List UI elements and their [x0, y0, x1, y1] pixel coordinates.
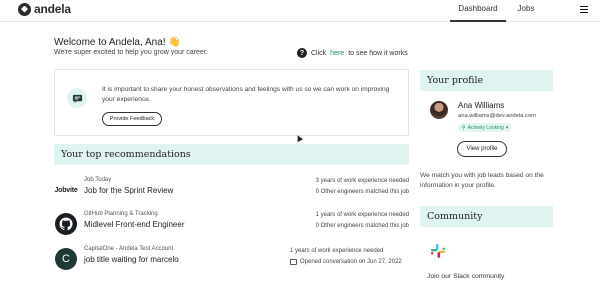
job-title[interactable]: Job for the Sprint Review — [84, 186, 173, 195]
company-name: CapitalOne - Andela Test Account — [84, 246, 174, 252]
conversation-status: Opened conversation on Jun 27, 2022 — [290, 259, 402, 265]
profile-name: Ana Williams — [458, 101, 505, 110]
slack-community-link[interactable]: Join our Slack community — [427, 273, 504, 280]
recommendation-item[interactable]: C CapitalOne - Andela Test Account job t… — [54, 243, 409, 273]
chevron-down-icon: ▾ — [505, 124, 509, 131]
experience-needed: 3 years of work experience needed — [315, 178, 409, 184]
github-icon — [55, 213, 77, 235]
recommendations-header: Your top recommendations — [54, 144, 409, 165]
job-title[interactable]: Midlevel Front-end Engineer — [84, 220, 185, 229]
avatar[interactable] — [430, 101, 448, 119]
chat-bubble-icon — [67, 88, 87, 108]
tab-jobs[interactable]: Jobs — [512, 4, 540, 22]
help-suffix: to see how it works — [348, 49, 408, 57]
feedback-text: It is important to share your honest obs… — [102, 86, 390, 103]
andela-logo-icon — [18, 2, 31, 16]
engineers-matched: 0 Other engineers matched this job — [315, 189, 409, 195]
jobvite-logo-text: Jobvite — [54, 186, 78, 194]
company-name: GitHub Planning & Tracking — [84, 211, 158, 217]
experience-needed: 1 years of work experience needed — [290, 248, 384, 254]
provide-feedback-button[interactable]: Provide Feedback — [102, 112, 162, 126]
status-badge[interactable]: ⚲ Actively Looking ▾ — [458, 123, 513, 132]
top-nav: andela Dashboard Jobs — [0, 0, 600, 22]
experience-needed: 1 years of work experience needed — [315, 212, 409, 218]
slack-icon[interactable] — [430, 243, 446, 259]
community-header: Community — [420, 206, 553, 227]
job-title[interactable]: job title waiting for marcelo — [84, 255, 179, 264]
how-it-works: ? Click here to see how it works — [297, 48, 408, 58]
company-initial-avatar: C — [55, 248, 77, 270]
welcome-title: Welcome to Andela, Ana! 👋 — [54, 37, 181, 48]
help-link[interactable]: here — [330, 50, 344, 57]
search-icon: ⚲ — [462, 124, 466, 131]
company-name: Job Today — [84, 177, 112, 183]
andela-logo[interactable]: andela — [18, 2, 71, 16]
recommendation-item[interactable]: Jobvite Job Today Job for the Sprint Rev… — [54, 174, 409, 204]
hamburger-icon[interactable] — [580, 6, 588, 13]
profile-email: ana.williams@dev.andela.com — [458, 113, 536, 119]
profile-header: Your profile — [420, 70, 553, 91]
question-icon: ? — [297, 48, 307, 58]
recommendation-item[interactable]: GitHub Planning & Tracking Midlevel Fron… — [54, 208, 409, 238]
conversation-date: Opened conversation on Jun 27, 2022 — [300, 259, 402, 265]
view-profile-button[interactable]: View profile — [457, 141, 507, 157]
logo-text: andela — [34, 2, 71, 16]
help-prefix: Click — [311, 49, 327, 57]
capitalone-logo: C — [54, 247, 78, 271]
jobvite-logo: Jobvite — [54, 178, 78, 202]
tab-dashboard[interactable]: Dashboard — [450, 4, 506, 22]
github-logo — [54, 212, 78, 236]
feedback-card: It is important to share your honest obs… — [54, 69, 409, 136]
profile-match-text: We match you with job leads based on the… — [420, 172, 544, 189]
engineers-matched: 0 Other engineers matched this job — [315, 223, 409, 229]
welcome-subtitle: We're super excited to help you grow you… — [54, 49, 208, 56]
chat-icon — [290, 259, 297, 265]
status-label: Actively Looking — [467, 124, 504, 131]
